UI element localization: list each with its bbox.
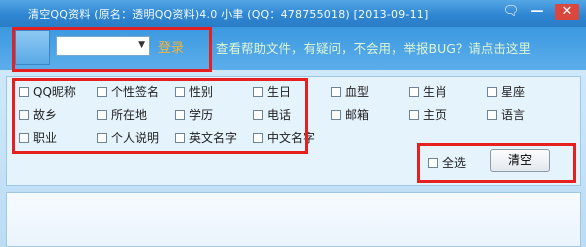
- option-education[interactable]: 学历: [175, 107, 213, 123]
- option-hometown[interactable]: 故乡: [19, 107, 57, 123]
- option-email[interactable]: 邮箱: [331, 107, 369, 123]
- minimize-button[interactable]: —: [528, 4, 546, 20]
- checkbox[interactable]: [97, 109, 107, 120]
- option-blood-type[interactable]: 血型: [331, 84, 369, 100]
- title-bar: 清空QQ资料 (原名：透明QQ资料)4.0 小聿 (QQ：478755018) …: [0, 0, 586, 27]
- chevron-down-icon[interactable]: ▼: [138, 40, 145, 50]
- option-chinese-name[interactable]: 中文名字: [253, 130, 315, 146]
- window-title: 清空QQ资料 (原名：透明QQ资料)4.0 小聿 (QQ：478755018) …: [28, 8, 429, 21]
- checkbox[interactable]: [487, 109, 497, 120]
- option-constellation[interactable]: 星座: [487, 84, 525, 100]
- checkbox[interactable]: [97, 86, 107, 97]
- checkbox[interactable]: [19, 86, 29, 97]
- option-english-name[interactable]: 英文名字: [175, 130, 237, 146]
- option-location[interactable]: 所在地: [97, 107, 147, 123]
- select-all-checkbox[interactable]: 全选: [428, 155, 466, 171]
- checkbox[interactable]: [409, 86, 419, 97]
- checkbox[interactable]: [175, 109, 185, 120]
- checkbox[interactable]: [175, 86, 185, 97]
- option-personal-note[interactable]: 个人说明: [97, 130, 159, 146]
- help-link[interactable]: 查看帮助文件，有疑问，不会用，举报BUG？请点击这里: [216, 38, 531, 57]
- checkbox[interactable]: [175, 132, 185, 143]
- option-homepage[interactable]: 主页: [409, 107, 447, 123]
- checkbox[interactable]: [97, 132, 107, 143]
- checkbox[interactable]: [487, 86, 497, 97]
- clear-button[interactable]: 清空: [490, 149, 550, 172]
- option-gender[interactable]: 性别: [175, 84, 213, 100]
- checkbox[interactable]: [253, 132, 263, 143]
- checkbox[interactable]: [253, 86, 263, 97]
- checkbox[interactable]: [409, 109, 419, 120]
- option-occupation[interactable]: 职业: [19, 130, 57, 146]
- checkbox[interactable]: [331, 109, 341, 120]
- close-button[interactable]: ✕: [555, 4, 579, 20]
- login-button[interactable]: 登录: [158, 37, 184, 56]
- checkbox[interactable]: [331, 86, 341, 97]
- log-area: [6, 192, 581, 247]
- option-language[interactable]: 语言: [487, 107, 525, 123]
- option-signature[interactable]: 个性签名: [97, 84, 159, 100]
- option-qq-nickname[interactable]: QQ昵称: [19, 84, 76, 100]
- checkbox[interactable]: [19, 132, 29, 143]
- account-combobox[interactable]: ▼: [56, 36, 150, 56]
- checkbox[interactable]: [428, 157, 438, 168]
- app-window: 清空QQ资料 (原名：透明QQ资料)4.0 小聿 (QQ：478755018) …: [0, 0, 586, 247]
- option-birthday[interactable]: 生日: [253, 84, 291, 100]
- option-phone[interactable]: 电话: [253, 107, 291, 123]
- checkbox[interactable]: [19, 109, 29, 120]
- checkbox[interactable]: [253, 109, 263, 120]
- logo-icon: [15, 30, 50, 65]
- chat-bubble-icon[interactable]: 🗨: [502, 4, 520, 20]
- option-zodiac-animal[interactable]: 生肖: [409, 84, 447, 100]
